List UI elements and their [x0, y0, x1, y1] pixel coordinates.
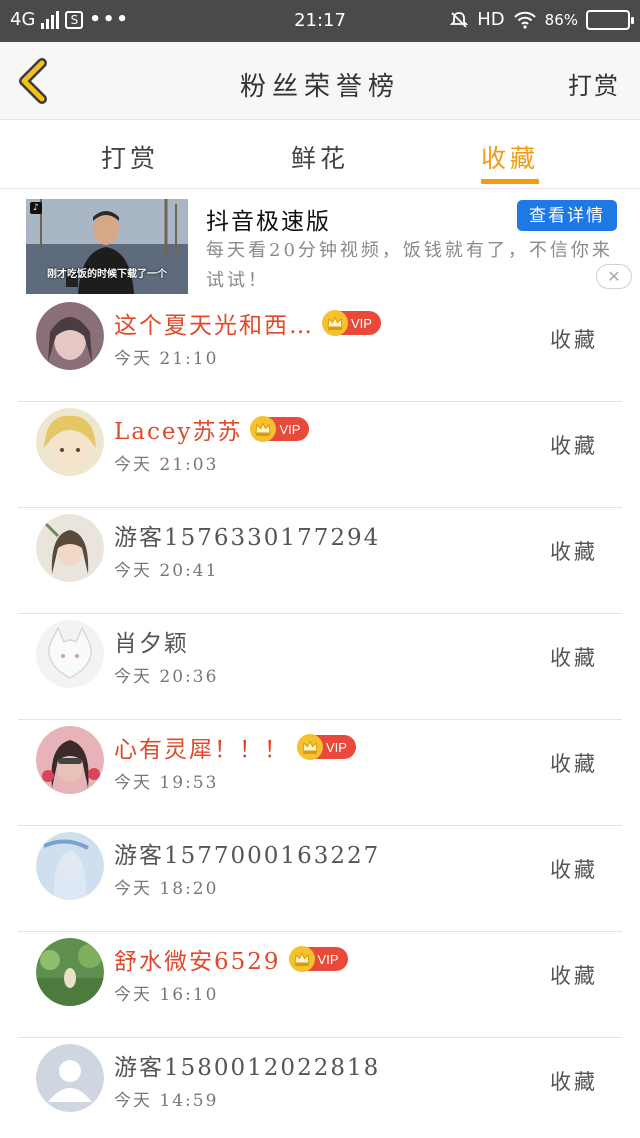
- tab-bar: 打赏 鲜花 收藏: [0, 121, 640, 189]
- avatar-image: [36, 620, 104, 688]
- favorite-action-label[interactable]: 收藏: [550, 854, 598, 884]
- list-item[interactable]: 游客1576330177294 今天 20:41 收藏: [0, 508, 640, 614]
- reward-button[interactable]: 打赏: [568, 66, 620, 101]
- list-item[interactable]: 肖夕颖今天 20:36 收藏: [0, 614, 640, 720]
- avatar[interactable]: [36, 620, 104, 688]
- user-name[interactable]: 心有灵犀！！！: [114, 730, 289, 764]
- avatar-image: [36, 514, 104, 582]
- favorite-action-label[interactable]: 收藏: [550, 960, 598, 990]
- list-item[interactable]: 这个夏天光和西… VIP 今天 21:10 收藏: [0, 296, 640, 402]
- tab-reward[interactable]: 打赏: [70, 139, 190, 175]
- crown-icon: [297, 734, 323, 760]
- avatar-image: [36, 726, 104, 794]
- avatar-image: [36, 832, 104, 900]
- wifi-icon: [513, 11, 536, 29]
- vip-badge: VIP: [288, 946, 348, 972]
- name-line: 游客1580012022818: [114, 1048, 380, 1082]
- avatar-image: [36, 938, 104, 1006]
- list-item[interactable]: 游客1580012022818 今天 14:59 收藏: [0, 1038, 640, 1138]
- avatar[interactable]: [36, 514, 104, 582]
- vip-badge: VIP: [322, 310, 381, 336]
- ad-title: 抖音极速版: [206, 209, 331, 235]
- ad-banner[interactable]: 刚才吃饭的时候下载了一个 ♪ 抖音极速版 查看详情 每天看20分钟视频，饭钱就有…: [0, 190, 640, 296]
- favorite-time: 今天 20:41: [114, 561, 219, 581]
- crown-icon: [250, 416, 277, 442]
- close-icon: ✕: [607, 267, 621, 286]
- favorite-action-label[interactable]: 收藏: [550, 536, 598, 566]
- tiktok-logo-icon: ♪: [30, 202, 42, 214]
- battery-icon: [586, 9, 634, 30]
- favorite-action-label[interactable]: 收藏: [550, 1066, 598, 1096]
- view-details-button[interactable]: 查看详情: [517, 200, 617, 231]
- list-item[interactable]: 游客1577000163227 今天 18:20 收藏: [0, 826, 640, 932]
- vip-badge: VIP: [250, 416, 310, 442]
- avatar[interactable]: [36, 726, 104, 794]
- favorite-action-label[interactable]: 收藏: [550, 642, 598, 672]
- ad-thumbnail-caption: 刚才吃饭的时候下载了一个: [47, 269, 167, 280]
- avatar[interactable]: [36, 408, 104, 476]
- avatar[interactable]: [36, 302, 104, 370]
- list-item[interactable]: Lacey苏苏 VIP 今天 21:03 收藏: [0, 402, 640, 508]
- favorite-action-label[interactable]: 收藏: [550, 324, 598, 354]
- battery-text: 86%: [544, 10, 578, 29]
- crown-icon: [288, 946, 315, 972]
- status-bar: 4G S ••• 21:17 HD 86%: [0, 0, 640, 42]
- avatar[interactable]: [36, 938, 104, 1006]
- favorite-action-label[interactable]: 收藏: [550, 748, 598, 778]
- mute-icon: [450, 11, 469, 28]
- favorite-action-label[interactable]: 收藏: [550, 430, 598, 460]
- name-line: 游客1577000163227: [114, 836, 380, 870]
- name-line: 心有灵犀！！！ VIP: [114, 730, 356, 764]
- name-line: 肖夕颖: [114, 624, 189, 658]
- user-name[interactable]: 这个夏天光和西…: [114, 306, 314, 340]
- ad-description: 每天看20分钟视频，饭钱就有了，不信你来试试！: [206, 240, 613, 291]
- tab-flowers[interactable]: 鲜花: [260, 139, 380, 175]
- navbar: 粉丝荣誉榜 打赏: [0, 42, 640, 120]
- tab-active-indicator: [481, 179, 539, 184]
- avatar[interactable]: [36, 1044, 104, 1112]
- page-title: 粉丝荣誉榜: [239, 72, 400, 102]
- user-name[interactable]: 游客1576330177294: [114, 518, 380, 552]
- name-line: 游客1576330177294: [114, 518, 380, 552]
- avatar-image: [36, 408, 104, 476]
- fan-list: 这个夏天光和西… VIP 今天 21:10 收藏 Lacey苏苏 VIP 今天 21:03 收…: [0, 296, 640, 1138]
- avatar-image: [36, 302, 104, 370]
- vip-label: VIP: [326, 739, 347, 755]
- favorite-time: 今天 18:20: [114, 879, 219, 899]
- ad-thumbnail[interactable]: 刚才吃饭的时候下载了一个 ♪: [26, 199, 188, 294]
- list-item[interactable]: 心有灵犀！！！ VIP 今天 19:53 收藏: [0, 720, 640, 826]
- favorite-time: 今天 19:53: [114, 773, 219, 793]
- name-line: 舒水微安6529 VIP: [114, 942, 348, 976]
- favorite-time: 今天 16:10: [114, 985, 219, 1005]
- name-line: Lacey苏苏 VIP: [114, 412, 310, 446]
- hd-label: HD: [477, 9, 505, 30]
- favorite-time: 今天 21:10: [114, 349, 219, 369]
- vip-label: VIP: [317, 951, 339, 967]
- user-name[interactable]: 游客1577000163227: [114, 836, 380, 870]
- vip-badge: VIP: [297, 734, 356, 760]
- vip-label: VIP: [279, 421, 301, 437]
- favorite-time: 今天 14:59: [114, 1091, 219, 1111]
- favorite-time: 今天 21:03: [114, 455, 219, 475]
- crown-icon: [322, 310, 348, 336]
- user-name[interactable]: Lacey苏苏: [114, 412, 242, 446]
- ad-close-button[interactable]: ✕: [596, 264, 632, 289]
- tab-favorites[interactable]: 收藏: [450, 139, 570, 175]
- user-name[interactable]: 舒水微安6529: [114, 942, 281, 976]
- avatar[interactable]: [36, 832, 104, 900]
- vip-label: VIP: [351, 315, 372, 331]
- list-item[interactable]: 舒水微安6529 VIP 今天 16:10 收藏: [0, 932, 640, 1038]
- avatar-image: [36, 1044, 104, 1112]
- name-line: 这个夏天光和西… VIP: [114, 306, 381, 340]
- user-name[interactable]: 肖夕颖: [114, 624, 189, 658]
- favorite-time: 今天 20:36: [114, 667, 219, 687]
- user-name[interactable]: 游客1580012022818: [114, 1048, 380, 1082]
